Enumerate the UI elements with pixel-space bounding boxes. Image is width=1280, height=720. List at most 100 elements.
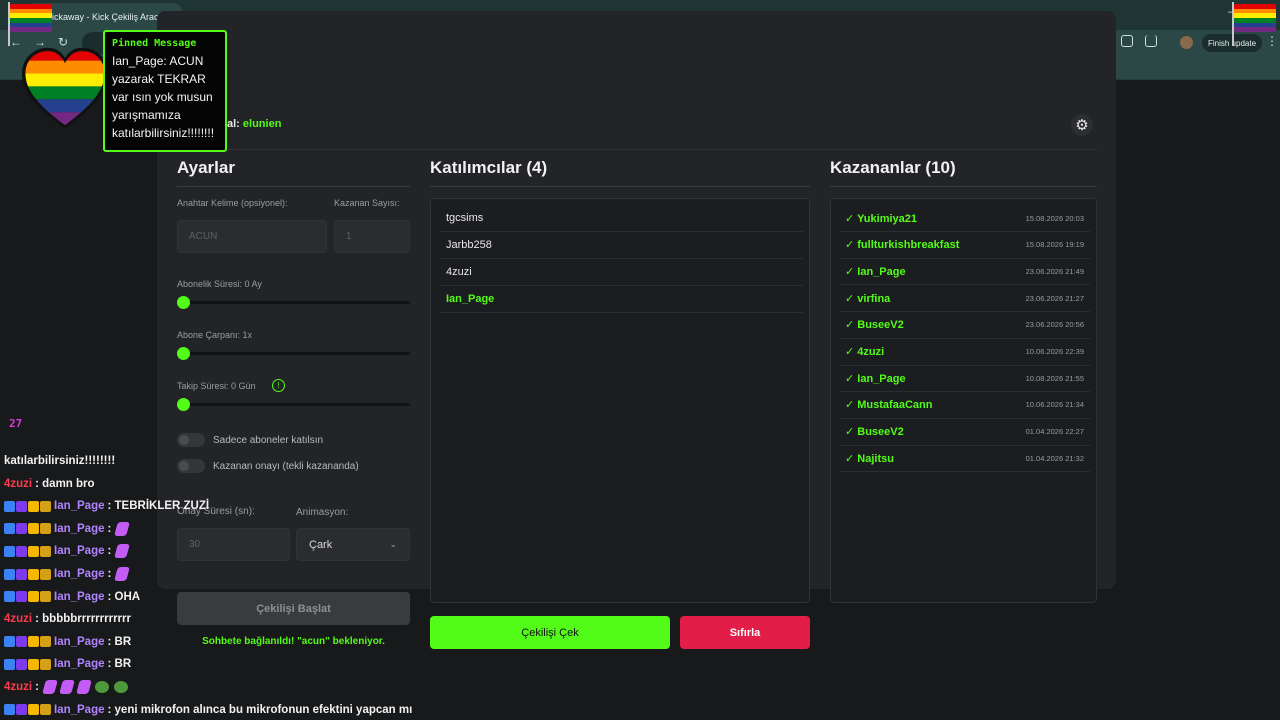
profile-avatar[interactable] <box>1180 36 1193 49</box>
chat-text: : TEBRİKLER ZUZİ <box>107 500 210 513</box>
pride-flag-left <box>10 4 52 32</box>
slider-handle[interactable] <box>177 398 190 411</box>
animation-select[interactable]: Çark ⌄ <box>296 528 410 561</box>
winner-row: ✓ Yukimiya21 15.08.2026 20:03 <box>839 205 1090 232</box>
winner-name: ✓ BuseeV2 <box>845 426 904 439</box>
winner-confirm-label: Kazanan onayı (tekli kazananda) <box>213 461 359 472</box>
winner-date: 01.04.2026 21:32 <box>1025 453 1084 463</box>
winner-count-input[interactable]: 1 <box>334 220 410 253</box>
pinned-message-title: Pinned Message <box>112 38 197 49</box>
pride-flag-right <box>1234 4 1276 32</box>
winners-rule <box>830 186 1097 187</box>
settings-gear-icon[interactable]: ⚙ <box>1071 114 1093 136</box>
chevron-down-icon: ⌄ <box>389 539 397 549</box>
animation-label: Animasyon: <box>296 507 349 518</box>
participant-row: 4zuzi <box>439 259 803 286</box>
subscriber-badge-icon <box>28 636 39 648</box>
info-icon[interactable]: ! <box>272 379 285 392</box>
winner-date: 01.04.2026 22:27 <box>1025 427 1084 437</box>
subscriber-badge-icon <box>28 500 39 512</box>
slider-handle[interactable] <box>177 296 190 309</box>
settings-title: Ayarlar <box>177 158 235 177</box>
chat-username[interactable]: Ian_Page <box>54 591 105 603</box>
chat-message: Ian_Page: BR <box>4 655 131 673</box>
chat-badges <box>4 523 51 535</box>
moderator-badge-icon <box>16 545 27 557</box>
gift-badge-icon <box>40 704 51 716</box>
frog-emote-icon <box>94 681 109 693</box>
winners-title: Kazananlar (10) <box>830 158 956 177</box>
chat-username[interactable]: Ian_Page <box>54 704 105 716</box>
printer-icon[interactable] <box>1121 35 1133 47</box>
sub-duration-slider[interactable] <box>177 296 410 309</box>
chat-text: katılarbilirsiniz!!!!!!!! <box>4 455 116 467</box>
moderator-badge-icon <box>16 636 27 648</box>
verified-badge-icon <box>4 545 15 557</box>
chat-username[interactable]: Ian_Page <box>54 523 105 535</box>
slider-handle[interactable] <box>177 347 190 360</box>
tab-title: Kickaway - Kick Çekiliş Aracı <box>46 11 162 22</box>
chat-username[interactable]: Ian_Page <box>54 545 105 557</box>
sub-multiplier-slider[interactable] <box>177 347 410 360</box>
reset-button[interactable]: Sıfırla <box>680 616 810 649</box>
chat-text: : BR <box>107 635 132 648</box>
winner-confirm-toggle[interactable] <box>177 459 205 473</box>
channel-name: elunien <box>242 118 282 130</box>
channel-indicator: al: elunien <box>227 118 281 130</box>
winner-date: 23.06.2026 21:49 <box>1025 266 1084 276</box>
moderator-badge-icon <box>16 568 27 580</box>
start-raffle-button[interactable]: Çekilişi Başlat <box>177 592 410 625</box>
winner-row: ✓ BuseeV2 23.06.2026 20:56 <box>839 312 1090 339</box>
draw-raffle-button[interactable]: Çekilişi Çek <box>430 616 670 649</box>
winner-name: ✓ 4zuzi <box>845 346 885 358</box>
viewer-counter: 27 <box>9 417 23 430</box>
subscriber-badge-icon <box>28 704 39 716</box>
chat-username[interactable]: 4zuzi <box>4 681 32 693</box>
chat-username[interactable]: 4zuzi <box>4 613 32 625</box>
chat-message: Ian_Page: BR <box>4 633 131 651</box>
participant-row: Jarbb258 <box>439 232 803 259</box>
participants-rule <box>430 186 810 187</box>
winner-row: ✓ fullturkishbreakfast 15.08.2026 19:19 <box>839 232 1090 259</box>
participant-row: Ian_Page <box>439 286 803 313</box>
download-icon[interactable] <box>1145 35 1157 47</box>
chat-badges <box>4 658 51 670</box>
winner-row: ✓ 4zuzi 10.06.2026 22:39 <box>839 339 1090 366</box>
verified-badge-icon <box>4 704 15 716</box>
gift-badge-icon <box>40 658 51 670</box>
chat-badges <box>4 500 51 512</box>
winner-count-label: Kazanan Sayısı: <box>334 198 400 208</box>
back-icon[interactable]: ← <box>10 35 22 49</box>
chat-username[interactable]: Ian_Page <box>54 500 105 512</box>
only-subs-label: Sadece aboneler katılsın <box>213 435 324 446</box>
chat-text: : <box>107 522 112 535</box>
chat-text: : BR <box>107 658 132 671</box>
follow-duration-slider[interactable] <box>177 398 410 411</box>
chat-message: 4zuzi: <box>4 678 128 696</box>
winner-name: ✓ Najitsu <box>845 452 894 465</box>
winner-date: 15.08.2026 19:19 <box>1025 240 1084 250</box>
winner-date: 10.06.2026 21:34 <box>1025 400 1084 410</box>
subscriber-badge-icon <box>28 658 39 670</box>
moderator-badge-icon <box>16 704 27 716</box>
winner-name: ✓ Ian_Page <box>845 265 906 278</box>
keyword-input[interactable]: ACUN <box>177 220 327 253</box>
menu-kebab-icon[interactable]: ⋮ <box>1266 34 1278 48</box>
winner-row: ✓ Ian_Page 10.08.2026 21:55 <box>839 365 1090 393</box>
confirm-duration-input[interactable]: 30 <box>177 528 290 561</box>
chat-text: : damn bro <box>35 477 95 490</box>
moderator-badge-icon <box>16 658 27 670</box>
chat-username[interactable]: Ian_Page <box>54 636 105 648</box>
chat-username[interactable]: Ian_Page <box>54 658 105 670</box>
subscriber-badge-icon <box>28 568 39 580</box>
settings-rule <box>177 186 410 187</box>
verified-badge-icon <box>4 568 15 580</box>
chat-username[interactable]: 4zuzi <box>4 478 32 490</box>
only-subs-toggle[interactable] <box>177 433 205 447</box>
moderator-badge-icon <box>16 523 27 535</box>
subscriber-badge-icon <box>28 523 39 535</box>
chat-badges <box>4 591 51 603</box>
chat-username[interactable]: Ian_Page <box>54 568 105 580</box>
header-divider <box>177 149 1097 150</box>
chat-text: : <box>107 545 112 558</box>
